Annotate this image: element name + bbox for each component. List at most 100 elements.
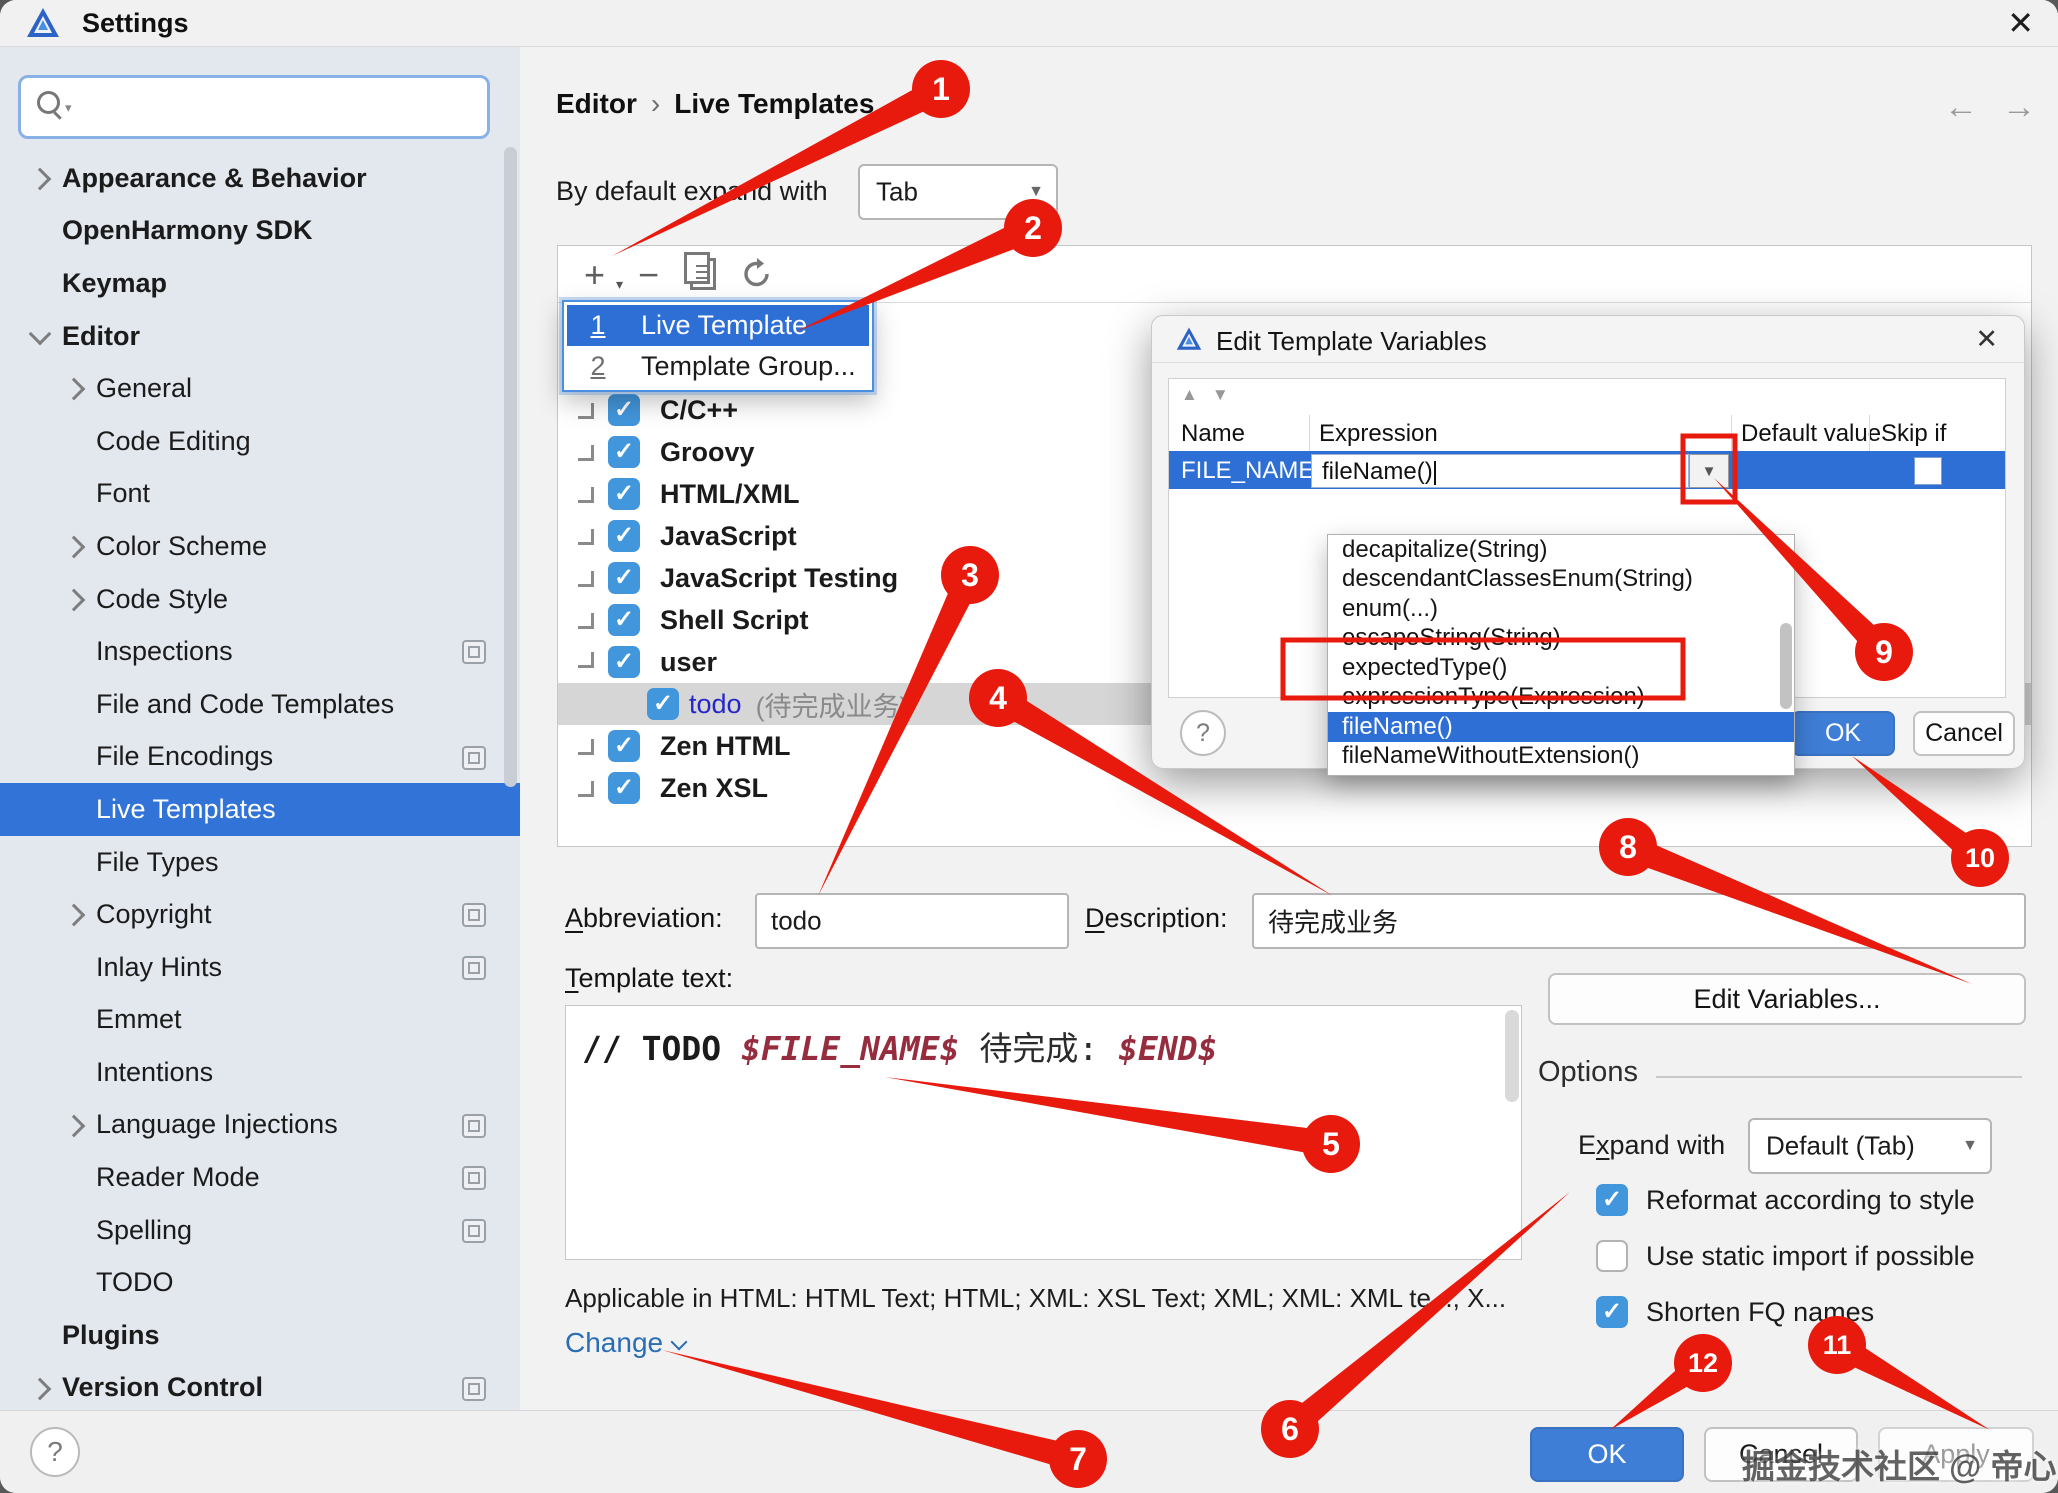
move-up-down-icons[interactable]: ▲▼: [1181, 385, 1243, 405]
sidebar-item-keymap[interactable]: Keymap: [0, 257, 520, 310]
add-button[interactable]: +: [584, 254, 605, 296]
dialog-close-icon[interactable]: ✕: [1975, 324, 1998, 355]
sidebar-item-file-encodings[interactable]: File Encodings: [0, 731, 520, 784]
checkbox[interactable]: [647, 688, 679, 720]
sidebar-item-inspections[interactable]: Inspections: [0, 625, 520, 678]
dialog-help-button[interactable]: ?: [1180, 710, 1226, 756]
sidebar-item-copyright[interactable]: Copyright: [0, 888, 520, 941]
template-text-editor[interactable]: // TODO $FILE_NAME$ 待完成: $END$: [565, 1005, 1522, 1260]
sidebar-item-editor[interactable]: Editor: [0, 310, 520, 363]
chevron-right-icon[interactable]: [578, 781, 594, 797]
chevron-right-icon[interactable]: [63, 588, 86, 611]
dropdown-scrollbar[interactable]: [1780, 623, 1792, 709]
change-link[interactable]: Change: [565, 1327, 685, 1359]
option-reformat[interactable]: Reformat according to style: [1596, 1184, 1975, 1216]
chevron-down-icon[interactable]: [29, 322, 52, 345]
forward-arrow-icon[interactable]: →: [2002, 88, 2036, 127]
sidebar-item-code-editing[interactable]: Code Editing: [0, 415, 520, 468]
sidebar-item-todo[interactable]: TODO: [0, 1256, 520, 1309]
search-input[interactable]: ▾: [18, 75, 490, 139]
expand-with-select[interactable]: Default (Tab) ▼: [1748, 1118, 1992, 1174]
dropdown-item[interactable]: descendantClassesEnum(String): [1328, 565, 1794, 595]
dropdown-item[interactable]: expectedType(): [1328, 653, 1794, 683]
checkbox[interactable]: [608, 394, 640, 426]
chevron-right-icon[interactable]: [578, 487, 594, 503]
help-button[interactable]: ?: [30, 1427, 80, 1477]
sidebar-item-live-templates[interactable]: Live Templates: [0, 783, 520, 836]
checkbox[interactable]: [608, 478, 640, 510]
expression-dropdown-button[interactable]: ▼: [1689, 454, 1729, 488]
option-shorten-fq[interactable]: Shorten FQ names: [1596, 1296, 1874, 1328]
sidebar-item-file-and-code-templates[interactable]: File and Code Templates: [0, 678, 520, 731]
dialog-cancel-button[interactable]: Cancel: [1913, 711, 2015, 756]
sidebar-item-general[interactable]: General: [0, 362, 520, 415]
edit-variables-button[interactable]: Edit Variables...: [1548, 973, 2026, 1025]
chevron-right-icon[interactable]: [578, 613, 594, 629]
back-arrow-icon[interactable]: ←: [1944, 88, 1978, 127]
sidebar-item-language-injections[interactable]: Language Injections: [0, 1099, 520, 1152]
chevron-right-icon[interactable]: [578, 739, 594, 755]
remove-button[interactable]: −: [638, 254, 659, 296]
sidebar-item-plugins[interactable]: Plugins: [0, 1309, 520, 1362]
dropdown-item[interactable]: expressionType(Expression): [1328, 683, 1794, 713]
sidebar-item-appearance-behavior[interactable]: Appearance & Behavior: [0, 152, 520, 205]
editor-scrollbar[interactable]: [1505, 1010, 1519, 1102]
checkbox[interactable]: [608, 562, 640, 594]
checkbox[interactable]: [1596, 1296, 1628, 1328]
sidebar-item-color-scheme[interactable]: Color Scheme: [0, 520, 520, 573]
sidebar-item-spelling[interactable]: Spelling: [0, 1204, 520, 1257]
tree-item-zen-xsl[interactable]: Zen XSL: [558, 767, 2031, 809]
description-input[interactable]: 待完成业务: [1252, 893, 2026, 949]
checkbox[interactable]: [608, 520, 640, 552]
sidebar-item-version-control[interactable]: Version Control: [0, 1362, 520, 1415]
chevron-down-icon[interactable]: [578, 652, 594, 668]
sidebar-item-file-types[interactable]: File Types: [0, 836, 520, 889]
chevron-right-icon[interactable]: [63, 1114, 86, 1137]
checkbox[interactable]: [1596, 1184, 1628, 1216]
dropdown-item[interactable]: decapitalize(String): [1328, 535, 1794, 565]
dialog-ok-button[interactable]: OK: [1791, 711, 1895, 756]
sidebar-scrollbar[interactable]: [504, 147, 517, 787]
expression-input[interactable]: fileName(): [1311, 454, 1689, 488]
sidebar-item-inlay-hints[interactable]: Inlay Hints: [0, 941, 520, 994]
option-static-import[interactable]: Use static import if possible: [1596, 1240, 1975, 1272]
ok-button[interactable]: OK: [1530, 1427, 1684, 1482]
chevron-right-icon[interactable]: [63, 536, 86, 559]
menu-item-template-group[interactable]: 2Template Group...: [567, 346, 869, 387]
checkbox[interactable]: [608, 730, 640, 762]
sidebar-item-intentions[interactable]: Intentions: [0, 1046, 520, 1099]
chevron-right-icon[interactable]: [578, 571, 594, 587]
duplicate-icon[interactable]: [690, 258, 716, 290]
chevron-right-icon[interactable]: [578, 445, 594, 461]
chevron-right-icon[interactable]: [63, 378, 86, 401]
checkbox[interactable]: [608, 772, 640, 804]
window-close-icon[interactable]: ✕: [2007, 4, 2034, 42]
add-dropdown-chevron-icon[interactable]: ▾: [616, 276, 623, 293]
chevron-right-icon[interactable]: [29, 168, 52, 191]
chevron-right-icon[interactable]: [578, 403, 594, 419]
chevron-right-icon[interactable]: [63, 904, 86, 927]
dropdown-item[interactable]: enum(...): [1328, 594, 1794, 624]
checkbox[interactable]: [608, 646, 640, 678]
variable-row-file-name[interactable]: FILE_NAME fileName() ▼: [1169, 451, 2005, 489]
sidebar-item-font[interactable]: Font: [0, 468, 520, 521]
breadcrumb-editor[interactable]: Editor: [556, 88, 637, 119]
checkbox[interactable]: [608, 604, 640, 636]
menu-item-live-template[interactable]: 1Live Template: [567, 305, 869, 346]
restore-defaults-icon[interactable]: [740, 256, 774, 290]
search-options-chevron-icon[interactable]: ▾: [65, 100, 72, 116]
sidebar-item-emmet[interactable]: Emmet: [0, 994, 520, 1047]
abbreviation-input[interactable]: todo: [755, 893, 1069, 949]
sidebar-item-reader-mode[interactable]: Reader Mode: [0, 1151, 520, 1204]
default-expand-select[interactable]: Tab ▼: [858, 164, 1058, 220]
sidebar-item-openharmony-sdk[interactable]: OpenHarmony SDK: [0, 205, 520, 258]
dropdown-item[interactable]: escapeString(String): [1328, 624, 1794, 654]
checkbox[interactable]: [608, 436, 640, 468]
dropdown-item[interactable]: fileNameWithoutExtension(): [1328, 742, 1794, 772]
checkbox[interactable]: [1596, 1240, 1628, 1272]
chevron-right-icon[interactable]: [29, 1377, 52, 1400]
chevron-right-icon[interactable]: [578, 529, 594, 545]
dropdown-item-filename[interactable]: fileName(): [1328, 712, 1794, 742]
skip-if-defined-checkbox[interactable]: [1914, 457, 1942, 485]
sidebar-item-code-style[interactable]: Code Style: [0, 573, 520, 626]
